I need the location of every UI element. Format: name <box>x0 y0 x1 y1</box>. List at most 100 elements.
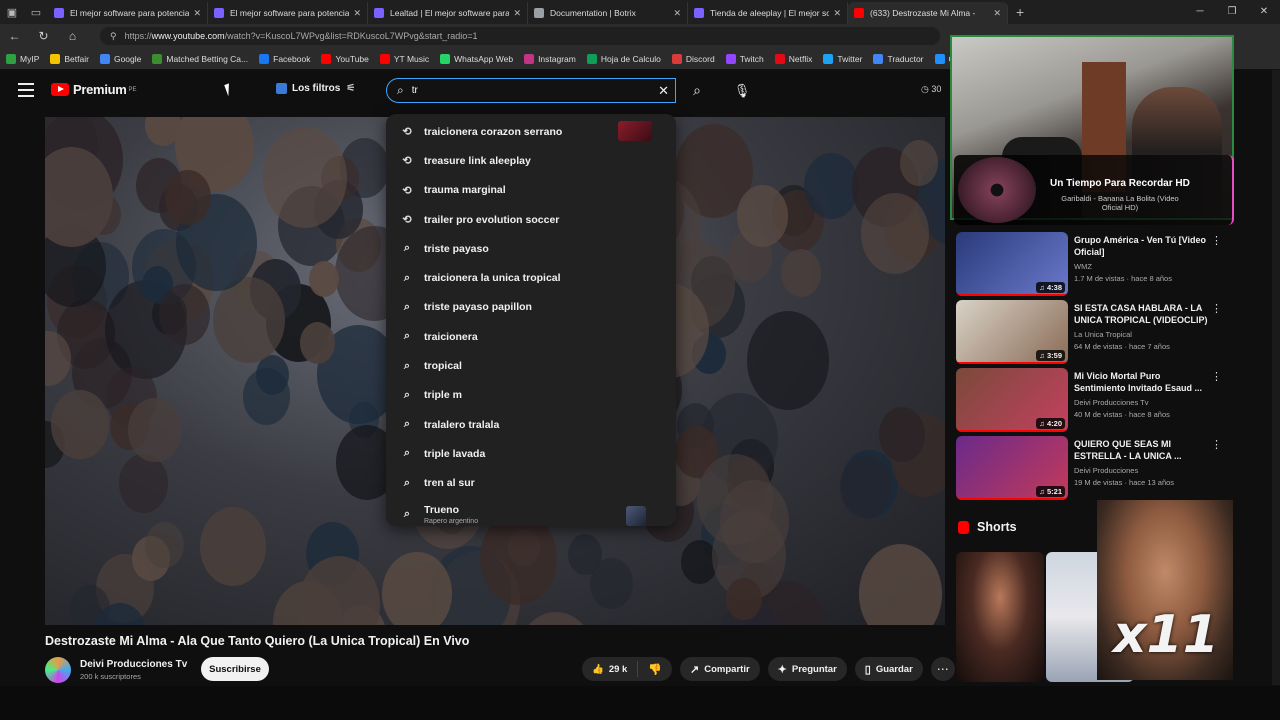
bookmark-item[interactable]: Facebook <box>259 53 310 64</box>
filters-button[interactable]: Los filtros ⚟ <box>276 83 355 94</box>
bookmark-item[interactable]: Traductor <box>873 53 924 64</box>
more-options-icon[interactable]: ⋮ <box>1211 302 1222 315</box>
browser-tab[interactable]: Documentation | Botrix ✕ <box>528 2 688 24</box>
bookmark-item[interactable]: Twitch <box>725 53 764 64</box>
dislike-button[interactable]: 👎 <box>638 663 672 676</box>
related-video-card[interactable]: ♫ 4:20 Mi Vicio Mortal Puro Sentimiento … <box>956 368 1226 436</box>
bookmark-item[interactable]: YouTube <box>321 53 369 64</box>
ask-button[interactable]: ✦ Preguntar <box>767 657 847 681</box>
tab-actions-icon[interactable]: ▭ <box>24 0 48 24</box>
search-button[interactable]: ⌕ <box>684 78 710 103</box>
related-video-card[interactable]: ♫ 4:38 Grupo América - Ven Tú [Video Ofi… <box>956 232 1226 300</box>
related-video-channel[interactable]: Deivi Producciones Tv <box>1074 398 1148 407</box>
browser-tab[interactable]: (633) Destrozaste Mi Alma - ✕ <box>848 2 1008 24</box>
home-icon[interactable]: ⌂ <box>58 29 87 43</box>
suggestion-item[interactable]: ⌕ tropical <box>386 351 676 380</box>
related-video-channel[interactable]: WMZ <box>1074 262 1092 271</box>
bookmark-item[interactable]: MyIP <box>6 53 39 64</box>
channel-avatar[interactable] <box>45 657 71 683</box>
related-video-title[interactable]: Grupo América - Ven Tú [Video Oficial] <box>1074 234 1214 258</box>
suggestion-item[interactable]: ⌕ triple m <box>386 381 676 410</box>
video-thumbnail[interactable]: ♫ 4:38 <box>956 232 1068 296</box>
subscribe-button[interactable]: Suscribirse <box>201 657 269 681</box>
related-video-card[interactable]: ♫ 3:59 SI ESTA CASA HABLARA - LA UNICA T… <box>956 300 1226 368</box>
browser-tab[interactable]: Lealtad | El mejor software para p ✕ <box>368 2 528 24</box>
reload-icon[interactable]: ↻ <box>29 29 58 43</box>
workspaces-icon[interactable]: ▣ <box>0 0 24 24</box>
like-button[interactable]: 👍 29 k <box>582 661 639 677</box>
share-button[interactable]: ↗ Compartir <box>680 657 760 681</box>
now-playing-widget: Un Tiempo Para Recordar HD Garibaldi - B… <box>954 155 1234 225</box>
suggestion-item[interactable]: ⌕ triste payaso papillon <box>386 293 676 322</box>
browser-tab[interactable]: El mejor software para potenciar ✕ <box>48 2 208 24</box>
page-scrollbar[interactable] <box>1272 70 1280 685</box>
bookmark-item[interactable]: Discord <box>671 53 715 64</box>
search-input[interactable] <box>411 85 632 96</box>
url-field[interactable]: ⚲ https://www.youtube.com/watch?v=KuscoL… <box>100 27 940 45</box>
more-options-icon[interactable]: ⋮ <box>1211 234 1222 247</box>
bookmark-label: Netflix <box>788 53 813 64</box>
close-tab-icon[interactable]: ✕ <box>193 8 201 19</box>
more-options-icon[interactable]: ⋮ <box>1211 438 1222 451</box>
maximize-icon[interactable]: ❐ <box>1216 0 1248 24</box>
short-thumbnail[interactable] <box>956 552 1044 682</box>
new-tab-icon[interactable]: + <box>1008 4 1032 20</box>
suggestion-item[interactable]: ⌕ Trueno Rapero argentino <box>386 498 676 532</box>
bookmark-item[interactable]: Instagram <box>524 53 576 64</box>
bookmark-label: Betfair <box>64 53 89 64</box>
suggestion-item[interactable]: ⟲ trailer pro evolution soccer <box>386 205 676 234</box>
channel-name[interactable]: Deivi Producciones Tv <box>80 659 187 670</box>
related-video-title[interactable]: QUIERO QUE SEAS MI ESTRELLA - LA UNICA .… <box>1074 438 1214 462</box>
video-thumbnail[interactable]: ♫ 5:21 <box>956 436 1068 500</box>
minimize-icon[interactable]: ─ <box>1184 0 1216 24</box>
related-video-title[interactable]: Mi Vicio Mortal Puro Sentimiento Invitad… <box>1074 370 1214 394</box>
browser-tab[interactable]: Tienda de aleeplay | El mejor softw ✕ <box>688 2 848 24</box>
related-video-channel[interactable]: Deivi Producciones <box>1074 466 1138 475</box>
related-video-card[interactable]: ♫ 5:21 QUIERO QUE SEAS MI ESTRELLA - LA … <box>956 436 1226 504</box>
bookmark-item[interactable]: Netflix <box>774 53 813 64</box>
more-actions-icon[interactable]: ⋯ <box>930 657 955 681</box>
bookmark-item[interactable]: Matched Betting Ca... <box>152 53 248 64</box>
crowd-figure <box>145 521 185 569</box>
bookmark-item[interactable]: YT Music <box>379 53 429 64</box>
suggestion-item[interactable]: ⌕ tralalero tralala <box>386 410 676 439</box>
youtube-logo[interactable]: Premium PE <box>51 82 137 97</box>
history-icon: ⟲ <box>402 214 412 227</box>
site-info-icon[interactable]: ⚲ <box>110 31 117 42</box>
bookmark-item[interactable]: Twitter <box>823 53 862 64</box>
suggestion-text: triste payaso papillon <box>424 301 532 314</box>
close-tab-icon[interactable]: ✕ <box>673 8 681 19</box>
bookmark-item[interactable]: Betfair <box>50 53 89 64</box>
bookmark-item[interactable]: WhatsApp Web <box>440 53 513 64</box>
close-window-icon[interactable]: ✕ <box>1248 0 1280 24</box>
suggestion-item[interactable]: ⟲ traicionera corazon serrano <box>386 117 676 146</box>
related-video-title[interactable]: SI ESTA CASA HABLARA - LA UNICA TROPICAL… <box>1074 302 1214 326</box>
close-tab-icon[interactable]: ✕ <box>513 8 521 19</box>
suggestion-item[interactable]: ⌕ triste payaso <box>386 234 676 263</box>
history-icon: ⟲ <box>402 126 412 139</box>
close-tab-icon[interactable]: ✕ <box>993 8 1001 19</box>
suggestion-item[interactable]: ⌕ traicionera la unica tropical <box>386 263 676 292</box>
bookmark-item[interactable]: Hoja de Calculo <box>586 53 661 64</box>
more-options-icon[interactable]: ⋮ <box>1211 370 1222 383</box>
suggestion-item[interactable]: ⟲ trauma marginal <box>386 176 676 205</box>
suggestion-item[interactable]: ⌕ traicionera <box>386 322 676 351</box>
duration-text: 5:21 <box>1046 487 1062 496</box>
bookmark-favicon-icon <box>99 53 110 64</box>
related-video-channel[interactable]: La Unica Tropical <box>1074 330 1132 339</box>
suggestion-item[interactable]: ⌕ tren al sur <box>386 469 676 498</box>
menu-icon[interactable] <box>18 83 34 97</box>
bookmark-item[interactable]: Google <box>99 53 141 64</box>
suggestion-text: trauma marginal <box>424 184 506 197</box>
microphone-icon[interactable]: 🎙 <box>729 78 755 103</box>
browser-tab[interactable]: El mejor software para potenciar ✕ <box>208 2 368 24</box>
back-icon[interactable]: ← <box>0 29 29 43</box>
save-button[interactable]: ▯ Guardar <box>854 657 923 681</box>
close-tab-icon[interactable]: ✕ <box>353 8 361 19</box>
clear-search-icon[interactable]: ✕ <box>658 83 669 99</box>
suggestion-item[interactable]: ⟲ treasure link aleeplay <box>386 146 676 175</box>
video-thumbnail[interactable]: ♫ 3:59 <box>956 300 1068 364</box>
video-thumbnail[interactable]: ♫ 4:20 <box>956 368 1068 432</box>
suggestion-item[interactable]: ⌕ triple lavada <box>386 439 676 468</box>
close-tab-icon[interactable]: ✕ <box>833 8 841 19</box>
